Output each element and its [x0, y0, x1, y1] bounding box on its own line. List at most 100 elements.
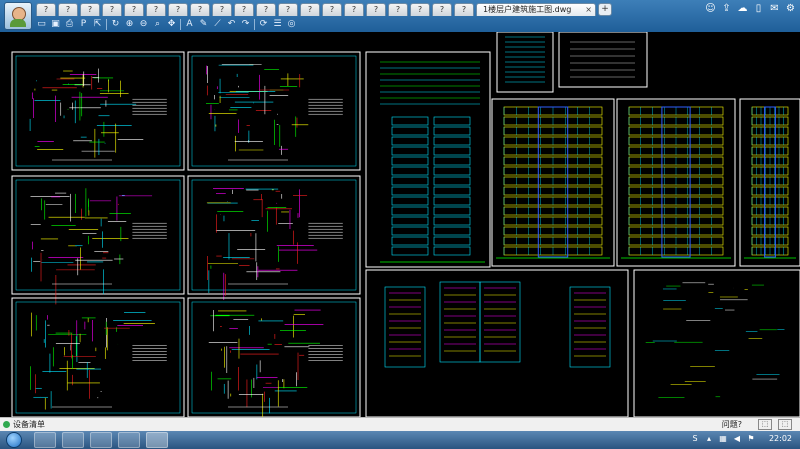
layout-button[interactable]: ⬚: [758, 419, 772, 430]
tab-drawing[interactable]: ?: [190, 3, 210, 16]
tab-drawing[interactable]: ?: [322, 3, 342, 16]
tab-drawing[interactable]: ?: [168, 3, 188, 16]
redo-icon[interactable]: ↷: [240, 19, 251, 30]
cad-drawing: [11, 32, 800, 417]
open-icon[interactable]: ▭: [36, 19, 47, 30]
elevation-floor: [391, 236, 429, 246]
elevation-floor: [391, 206, 429, 216]
elevation-floor: [391, 156, 429, 166]
taskbar: S ▴ ▦ ◀ ⚑ 22:02: [0, 431, 800, 449]
tab-drawing[interactable]: ?: [300, 3, 320, 16]
rotate-icon[interactable]: ↻: [110, 19, 121, 30]
pdf-icon[interactable]: P: [78, 19, 89, 30]
section-sheet-frame: [365, 269, 629, 417]
user-icon[interactable]: ☺: [705, 3, 716, 14]
new-tab-button[interactable]: +: [598, 3, 612, 16]
measure-icon[interactable]: ⟋: [212, 19, 223, 30]
elevation-floor: [391, 176, 429, 186]
system-tray: S ▴ ▦ ◀ ⚑: [690, 434, 756, 444]
taskbar-archive-icon[interactable]: [118, 432, 140, 448]
detail-sheet-frame: [558, 32, 648, 88]
elevation-floor: [391, 146, 429, 156]
taskbar-user-icon[interactable]: [62, 432, 84, 448]
elevation-floor: [433, 196, 471, 206]
tab-drawing[interactable]: ?: [146, 3, 166, 16]
elevation-floor: [433, 216, 471, 226]
layers-icon[interactable]: ☰: [272, 19, 283, 30]
toolbar-separator: [254, 18, 255, 30]
toolbar: ▭ ▣ ⎙ P ⇱ ↻ ⊕ ⊖ ⌕ ✥ A ✎ ⟋ ↶ ↷ ⟳ ☰ ◎: [36, 17, 297, 31]
app-menu-button[interactable]: [4, 2, 32, 30]
tab-drawing[interactable]: ?: [278, 3, 298, 16]
taskbar-browser-icon[interactable]: [90, 432, 112, 448]
feedback-link[interactable]: 问题?: [722, 419, 742, 431]
tab-title: 1楼层户建筑施工图.dwg: [483, 5, 572, 14]
title-bar: ???????????????????? 1楼层户建筑施工图.dwg × + ▭ ▣ ⎙ P…: [0, 0, 800, 32]
chevron-up-icon[interactable]: ▴: [704, 434, 714, 444]
cloud-icon[interactable]: ☁: [737, 3, 748, 14]
phone-icon[interactable]: ▯: [753, 3, 764, 14]
export-icon[interactable]: ⇱: [92, 19, 103, 30]
elevation-floor: [433, 186, 471, 196]
ime-icon[interactable]: S: [690, 434, 700, 444]
tab-drawing[interactable]: ?: [410, 3, 430, 16]
undo-icon[interactable]: ↶: [226, 19, 237, 30]
pen-icon[interactable]: ✎: [198, 19, 209, 30]
tab-drawing[interactable]: ?: [432, 3, 452, 16]
elevation-floor: [433, 146, 471, 156]
network-icon[interactable]: ▦: [718, 434, 728, 444]
flag-icon[interactable]: ⚑: [746, 434, 756, 444]
section-sheet-frame: [633, 269, 800, 417]
close-tab-icon[interactable]: ×: [585, 4, 592, 16]
status-indicator-icon: [3, 421, 10, 428]
elevation-floor: [433, 246, 471, 256]
text-icon[interactable]: A: [184, 19, 195, 30]
tab-drawing[interactable]: ?: [344, 3, 364, 16]
zoom-in-icon[interactable]: ⊕: [124, 19, 135, 30]
elevation-floor: [433, 226, 471, 236]
print-icon[interactable]: ⎙: [64, 19, 75, 30]
elevation-floor: [433, 166, 471, 176]
tab-drawing[interactable]: ?: [212, 3, 232, 16]
tab-drawing[interactable]: ?: [256, 3, 276, 16]
stair-section: [384, 286, 426, 368]
taskbar-explorer-icon[interactable]: [34, 432, 56, 448]
tab-drawing[interactable]: ?: [102, 3, 122, 16]
elevation-floor: [433, 116, 471, 126]
elevation-floor: [433, 136, 471, 146]
tab-active-drawing[interactable]: 1楼层户建筑施工图.dwg ×: [476, 3, 596, 16]
zoom-window-icon[interactable]: ⌕: [152, 19, 163, 30]
elevation-floor: [433, 206, 471, 216]
share-icon[interactable]: ⇪: [721, 3, 732, 14]
status-text[interactable]: 设备清单: [13, 419, 45, 431]
pan-icon[interactable]: ✥: [166, 19, 177, 30]
tab-drawing[interactable]: ?: [58, 3, 78, 16]
elevation-floor: [391, 136, 429, 146]
tab-drawing[interactable]: ?: [80, 3, 100, 16]
tab-strip: ???????????????????? 1楼层户建筑施工图.dwg × +: [36, 3, 612, 17]
elevation-floor: [391, 196, 429, 206]
toolbar-separator: [106, 18, 107, 30]
save-icon[interactable]: ▣: [50, 19, 61, 30]
volume-icon[interactable]: ◀: [732, 434, 742, 444]
zoom-out-icon[interactable]: ⊖: [138, 19, 149, 30]
stair-section: [439, 281, 481, 363]
start-button[interactable]: [6, 432, 22, 448]
drawing-canvas[interactable]: [0, 32, 800, 417]
rotate-view-icon[interactable]: ⟳: [258, 19, 269, 30]
avatar-body: [10, 19, 26, 27]
elevation-floor: [433, 176, 471, 186]
window-tools: ☺ ⇪ ☁ ▯ ✉ ⚙: [705, 3, 796, 14]
tab-drawing[interactable]: ?: [234, 3, 254, 16]
taskbar-cad-viewer-icon[interactable]: [146, 432, 168, 448]
tab-drawing[interactable]: ?: [36, 3, 56, 16]
tab-drawing[interactable]: ?: [366, 3, 386, 16]
settings-icon[interactable]: ◎: [286, 19, 297, 30]
message-icon[interactable]: ✉: [769, 3, 780, 14]
tab-drawing[interactable]: ?: [454, 3, 474, 16]
elevation-floor: [391, 186, 429, 196]
tab-drawing[interactable]: ?: [388, 3, 408, 16]
fullscreen-button[interactable]: ⬚: [778, 419, 792, 430]
tab-drawing[interactable]: ?: [124, 3, 144, 16]
gear-icon[interactable]: ⚙: [785, 3, 796, 14]
